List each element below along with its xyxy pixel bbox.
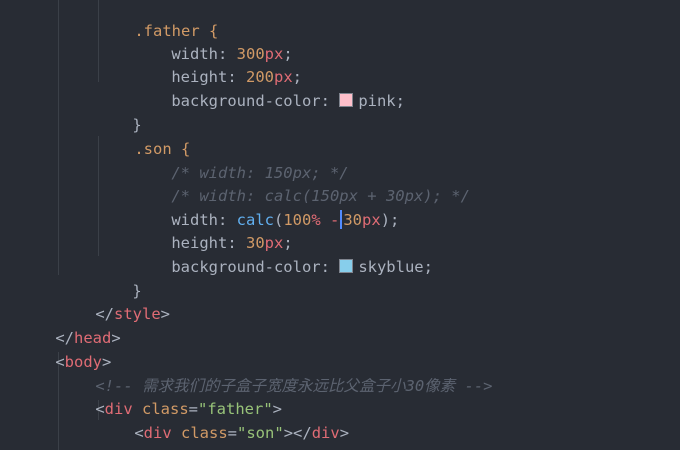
code-line: .son { [97, 113, 190, 158]
code-line: <body> [18, 326, 111, 371]
html-string: "son" [237, 424, 284, 442]
tag-bracket: > [111, 329, 121, 347]
tag-bracket: </ [293, 424, 312, 442]
css-color-value: pink [358, 92, 396, 110]
code-line: </div> [58, 421, 151, 450]
code-line: <div class="father"> [58, 373, 282, 418]
css-color-value: skyblue [358, 258, 424, 276]
tag-bracket: > [160, 305, 171, 323]
equals-sign: = [227, 424, 238, 442]
html-tag: div [311, 424, 340, 442]
code-line: <!-- 需求我们的子盒子宽度永远比父盒子小30像素 --> [58, 350, 492, 395]
tag-bracket: > [283, 424, 294, 442]
color-swatch-pink[interactable] [339, 93, 354, 107]
code-line: </style> [58, 278, 170, 323]
indent-guide [58, 0, 59, 275]
tag-bracket: > [339, 424, 350, 442]
punctuation: ); [380, 211, 400, 229]
punctuation: ; [395, 92, 405, 110]
code-editor[interactable]: .father { width: 300px; height: 200px; b… [0, 0, 680, 450]
code-line: /* width: 150px; */ [134, 137, 348, 182]
code-line: background-color: skyblue; [134, 231, 433, 276]
css-number: 30 [343, 211, 363, 229]
code-line: </head> [18, 302, 120, 347]
code-line: } [95, 255, 141, 300]
code-line: background-color: pink; [134, 65, 405, 110]
code-line: width: 300px; [134, 18, 292, 63]
css-property: background-color: [171, 258, 340, 276]
css-unit: % [311, 211, 321, 229]
code-line: .father { [97, 0, 218, 40]
css-property: background-color: [171, 92, 340, 110]
css-operator: - [320, 211, 340, 229]
html-tag: style [114, 305, 161, 323]
code-line: /* width: calc(150px + 30px); */ [134, 160, 470, 205]
code-line: height: 200px; [134, 41, 302, 86]
code-line: <div class="son"></div> [97, 397, 349, 442]
html-attribute: class [171, 424, 228, 442]
code-line: } [95, 89, 141, 134]
color-swatch-skyblue[interactable] [339, 259, 354, 273]
code-line: height: 30px; [134, 207, 292, 252]
css-unit: px [362, 211, 381, 229]
code-line: width: calc(100% -30px); [134, 184, 399, 229]
punctuation: ; [423, 258, 433, 276]
